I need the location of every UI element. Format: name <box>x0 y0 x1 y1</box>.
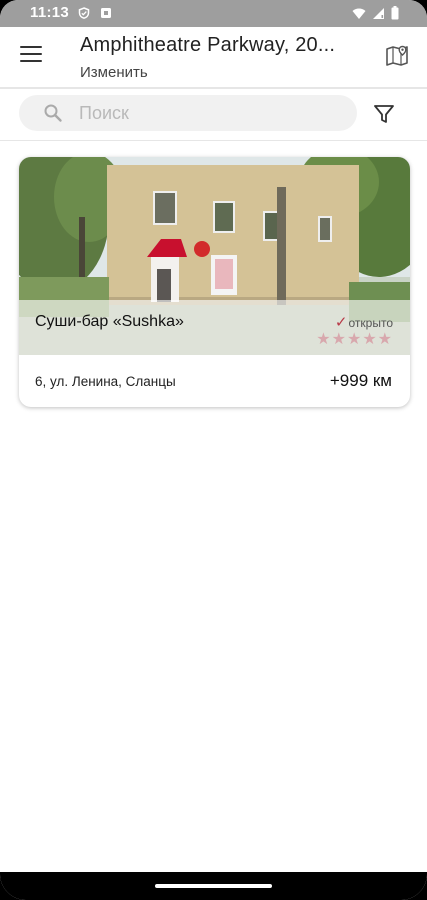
search-divider <box>0 140 427 141</box>
search-placeholder: Поиск <box>79 103 129 123</box>
place-address: 6, ул. Ленина, Сланцы <box>35 374 176 389</box>
status-bar: 11:13 <box>0 0 427 27</box>
change-location-link[interactable]: Изменить <box>80 64 148 81</box>
app-bar-divider <box>0 87 427 89</box>
place-card[interactable]: Суши-бар «Sushka» ✓открыто ★★★★★ 6, ул. … <box>19 157 410 407</box>
notification-square-icon <box>101 8 111 18</box>
status-right-icons <box>352 6 399 20</box>
open-status-label: открыто <box>348 316 394 330</box>
rating-stars: ★★★★★ <box>316 331 393 348</box>
app-bar: Amphitheatre Parkway, 20... Изменить <box>0 27 427 87</box>
filter-icon[interactable] <box>373 103 395 125</box>
screen: 11:13 Amphitheatre Parkway, 20... Измени… <box>0 0 427 900</box>
signal-icon <box>373 7 384 19</box>
status-time: 11:13 <box>30 4 70 21</box>
battery-icon <box>391 6 399 20</box>
home-gesture-handle[interactable] <box>155 884 272 888</box>
vpn-shield-icon <box>78 7 90 19</box>
wifi-icon <box>352 7 366 19</box>
menu-button[interactable] <box>20 46 42 64</box>
location-title[interactable]: Amphitheatre Parkway, 20... <box>80 34 360 57</box>
search-input[interactable]: Поиск <box>19 95 357 131</box>
place-distance: +999 км <box>329 371 392 390</box>
map-icon[interactable] <box>385 44 409 68</box>
search-icon <box>44 104 62 122</box>
place-name: Суши-бар «Sushka» <box>35 313 184 330</box>
